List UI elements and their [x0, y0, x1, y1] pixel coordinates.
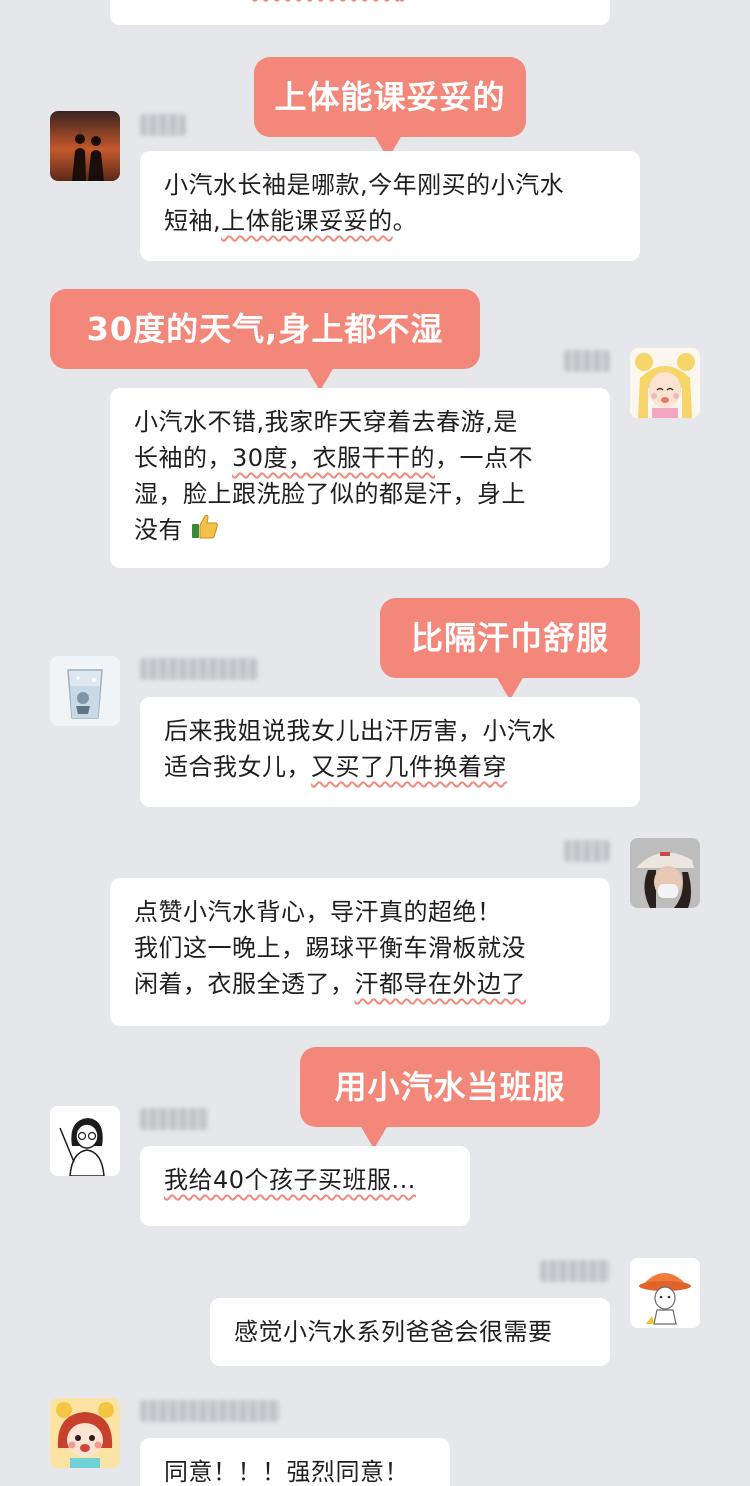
sender-name	[140, 1108, 208, 1130]
sender-name	[140, 658, 258, 680]
message-bubble: 后来我姐说我女儿出汗厉害，小汽水 适合我女儿，又买了几件换着穿	[140, 697, 640, 807]
underlined-text: 汗都导在外边了	[354, 970, 526, 998]
couple-sunset-avatar-icon[interactable]	[50, 111, 120, 181]
thumbs-up-icon	[191, 513, 219, 549]
message-line: 适合我女儿，又买了几件换着穿	[164, 753, 507, 781]
callout-label: 上体能课妥妥的	[254, 57, 526, 159]
red-hair-girl-avatar-icon[interactable]	[50, 1398, 120, 1468]
sailor-moon-avatar-icon[interactable]	[630, 348, 700, 418]
sender-name	[564, 840, 610, 862]
message-line: 我给40个孩子买班服...	[164, 1166, 416, 1194]
sender-name	[564, 350, 610, 372]
callout-label: 用小汽水当班服	[300, 1047, 600, 1149]
message-line: 点赞小汽水背心，导汗真的超绝！	[134, 898, 502, 926]
message-line: 我们这一晚上，踢球平衡车滑板就没	[134, 934, 526, 962]
message-bubble: 感觉小汽水系列爸爸会很需要	[210, 1298, 610, 1366]
message-bubble: 同意！！！强烈同意！	[140, 1438, 450, 1486]
message-line: 小汽水长袖是哪款,今年刚买的小汽水	[164, 171, 565, 199]
callout-label: 30度的天气,身上都不湿	[50, 289, 480, 391]
message-line: 后来我姐说我女儿出汗厉害，小汽水	[164, 717, 556, 745]
message-line: 湿，脸上跟洗脸了似的都是汗，身上	[134, 480, 526, 508]
message-line: 没有	[134, 512, 586, 549]
message-bubble: 点赞小汽水背心，导汗真的超绝！ 我们这一晚上，踢球平衡车滑板就没 闲着，衣服全透…	[110, 878, 610, 1026]
message-line: 短袖,上体能课妥妥的。	[164, 207, 418, 235]
message-line: 小汽水不错,我家昨天穿着去春游,是	[134, 408, 518, 436]
sender-name	[140, 114, 186, 136]
underlined-text: 30度，衣服干干的	[232, 444, 436, 472]
message-line: 闲着，衣服全透了，汗都导在外边了	[134, 970, 526, 998]
sender-name	[540, 1260, 610, 1282]
message-line: 长袖的，30度，衣服干干的，一点不	[134, 444, 534, 472]
message-bubble-partial: 汗汗汗汗汗汗,	[110, 0, 610, 25]
message-bubble: 我给40个孩子买班服...	[140, 1146, 470, 1226]
underlined-text: 上体能课妥妥的	[221, 207, 393, 235]
callout-label: 比隔汗巾舒服	[380, 598, 640, 700]
water-glass-avatar-icon[interactable]	[50, 656, 120, 726]
message-bubble: 小汽水不错,我家昨天穿着去春游,是 长袖的，30度，衣服干干的，一点不 湿，脸上…	[110, 388, 610, 568]
underlined-text: 又买了几件换着穿	[311, 753, 507, 781]
message-bubble: 小汽水长袖是哪款,今年刚买的小汽水 短袖,上体能课妥妥的。	[140, 151, 640, 261]
teacher-cartoon-avatar-icon[interactable]	[50, 1106, 120, 1176]
message-line: 同意！！！强烈同意！	[164, 1458, 409, 1486]
orange-hat-avatar-icon[interactable]	[630, 1258, 700, 1328]
girl-cap-avatar-icon[interactable]	[630, 838, 700, 908]
message-line: 感觉小汽水系列爸爸会很需要	[234, 1318, 553, 1346]
sender-name	[140, 1400, 280, 1422]
